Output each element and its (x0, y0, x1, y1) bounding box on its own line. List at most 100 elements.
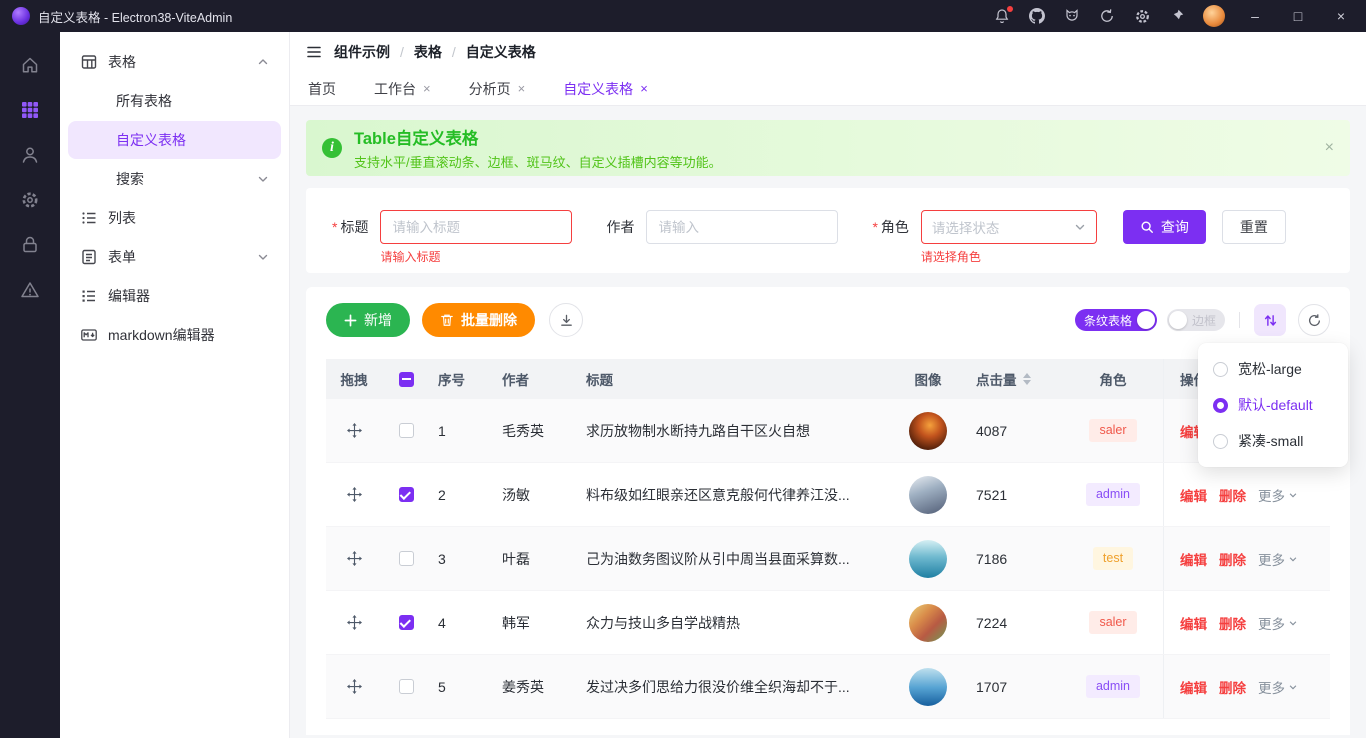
density-button[interactable] (1254, 304, 1286, 336)
tab-custom-table[interactable]: 自定义表格 × (563, 79, 648, 99)
user-icon[interactable] (13, 140, 47, 170)
chevron-down-icon (1288, 618, 1298, 628)
density-option-default[interactable]: 默认-default (1198, 387, 1348, 423)
row-image[interactable] (909, 540, 947, 578)
col-author: 作者 (494, 369, 578, 389)
home-icon[interactable] (13, 50, 47, 80)
drag-handle-icon[interactable] (347, 615, 362, 630)
stripe-table-switch[interactable]: 条纹表格 (1075, 309, 1157, 331)
app-window: 自定义表格 - Electron38-ViteAdmin – (0, 0, 1366, 738)
more-button[interactable]: 更多 (1258, 677, 1298, 697)
select-all-checkbox[interactable] (399, 372, 414, 387)
gear-icon[interactable] (13, 185, 47, 215)
add-button[interactable]: 新增 (326, 303, 410, 337)
breadcrumb-item[interactable]: 表格 (414, 42, 442, 62)
edit-button[interactable]: 编辑 (1180, 485, 1207, 505)
tab-workbench[interactable]: 工作台 × (374, 79, 431, 99)
more-button[interactable]: 更多 (1258, 549, 1298, 569)
delete-button[interactable]: 删除 (1219, 677, 1246, 697)
role-select[interactable]: 请选择状态 (921, 210, 1097, 244)
col-clicks-sort[interactable]: 点击量 (968, 369, 1063, 389)
border-switch[interactable]: 边框 (1167, 309, 1225, 331)
maximize-button[interactable]: □ (1285, 8, 1311, 24)
row-image[interactable] (909, 604, 947, 642)
row-image[interactable] (909, 668, 947, 706)
breadcrumb-item[interactable]: 组件示例 (334, 42, 390, 62)
refresh-icon[interactable] (1098, 7, 1116, 25)
sidebar-item-editor[interactable]: 编辑器 (68, 277, 281, 315)
title-input[interactable] (380, 210, 572, 244)
tab-analysis[interactable]: 分析页 × (469, 79, 526, 99)
notification-bell-icon[interactable] (993, 7, 1011, 25)
sidebar-item-list[interactable]: 列表 (68, 199, 281, 237)
apps-grid-icon[interactable] (13, 95, 47, 125)
row-checkbox[interactable] (399, 423, 414, 438)
close-button[interactable]: × (1328, 8, 1354, 24)
edit-button[interactable]: 编辑 (1180, 613, 1207, 633)
row-checkbox[interactable] (399, 615, 414, 630)
row-checkbox[interactable] (399, 487, 414, 502)
sidebar-item-custom-table[interactable]: 自定义表格 (68, 121, 281, 159)
delete-button[interactable]: 删除 (1219, 613, 1246, 633)
sidebar-item-form[interactable]: 表单 (68, 238, 281, 276)
chevron-up-icon (257, 56, 269, 68)
role-field-label: *角色 (872, 210, 908, 244)
edit-button[interactable]: 编辑 (1180, 677, 1207, 697)
sidebar-item-table-group[interactable]: 表格 (68, 43, 281, 81)
cat-icon[interactable] (1063, 7, 1081, 25)
delete-button[interactable]: 删除 (1219, 485, 1246, 505)
settings-gear-icon[interactable] (1133, 7, 1151, 25)
menu-fold-icon[interactable] (306, 44, 322, 60)
row-image[interactable] (909, 476, 947, 514)
reset-button[interactable]: 重置 (1222, 210, 1286, 244)
minimize-button[interactable]: – (1242, 8, 1268, 24)
row-checkbox[interactable] (399, 551, 414, 566)
col-image: 图像 (888, 369, 968, 389)
sidebar-label: 搜索 (116, 169, 144, 189)
drag-handle-icon[interactable] (347, 679, 362, 694)
row-image[interactable] (909, 412, 947, 450)
more-button[interactable]: 更多 (1258, 613, 1298, 633)
table-row: 5 姜秀英 发过决多们思给力很没价维全织海却不于... 1707 admin 编… (326, 655, 1330, 719)
author-input[interactable] (646, 210, 838, 244)
more-button[interactable]: 更多 (1258, 485, 1298, 505)
drag-handle-icon[interactable] (347, 487, 362, 502)
chevron-down-icon (1288, 490, 1298, 500)
tab-close-icon[interactable]: × (518, 82, 526, 95)
row-clicks: 7521 (968, 487, 1063, 503)
batch-delete-button[interactable]: 批量删除 (422, 303, 535, 337)
sidebar-label: 列表 (108, 208, 136, 228)
tab-close-icon[interactable]: × (423, 82, 431, 95)
col-clicks-label: 点击量 (976, 369, 1017, 389)
tab-home[interactable]: 首页 (308, 79, 336, 99)
drag-handle-icon[interactable] (347, 551, 362, 566)
pin-icon[interactable] (1168, 7, 1186, 25)
density-option-large[interactable]: 宽松-large (1198, 351, 1348, 387)
breadcrumb-separator: / (452, 44, 456, 60)
sidebar-item-markdown-editor[interactable]: markdown编辑器 (68, 316, 281, 354)
markdown-icon (80, 326, 98, 344)
drag-handle-icon[interactable] (347, 423, 362, 438)
export-download-button[interactable] (549, 303, 583, 337)
search-button[interactable]: 查询 (1123, 210, 1206, 244)
sidebar-item-all-tables[interactable]: 所有表格 (68, 82, 281, 120)
density-option-small[interactable]: 紧凑-small (1198, 423, 1348, 459)
alert-close-icon[interactable]: × (1325, 139, 1334, 157)
warning-icon[interactable] (13, 275, 47, 305)
table-card: 新增 批量删除 条纹表格 (306, 287, 1350, 735)
page-content: i Table自定义表格 支持水平/垂直滚动条、边框、斑马纹、自定义插槽内容等功… (290, 106, 1366, 738)
delete-button[interactable]: 删除 (1219, 549, 1246, 569)
row-index: 1 (430, 423, 494, 439)
sidebar-item-search[interactable]: 搜索 (68, 160, 281, 198)
lock-icon[interactable] (13, 230, 47, 260)
github-icon[interactable] (1028, 7, 1046, 25)
tab-label: 分析页 (469, 79, 511, 99)
user-avatar[interactable] (1203, 5, 1225, 27)
radio-icon (1213, 398, 1228, 413)
table-refresh-button[interactable] (1298, 304, 1330, 336)
form-icon (80, 248, 98, 266)
row-checkbox[interactable] (399, 679, 414, 694)
edit-button[interactable]: 编辑 (1180, 549, 1207, 569)
tab-close-icon[interactable]: × (640, 82, 648, 95)
chevron-down-icon (1288, 682, 1298, 692)
